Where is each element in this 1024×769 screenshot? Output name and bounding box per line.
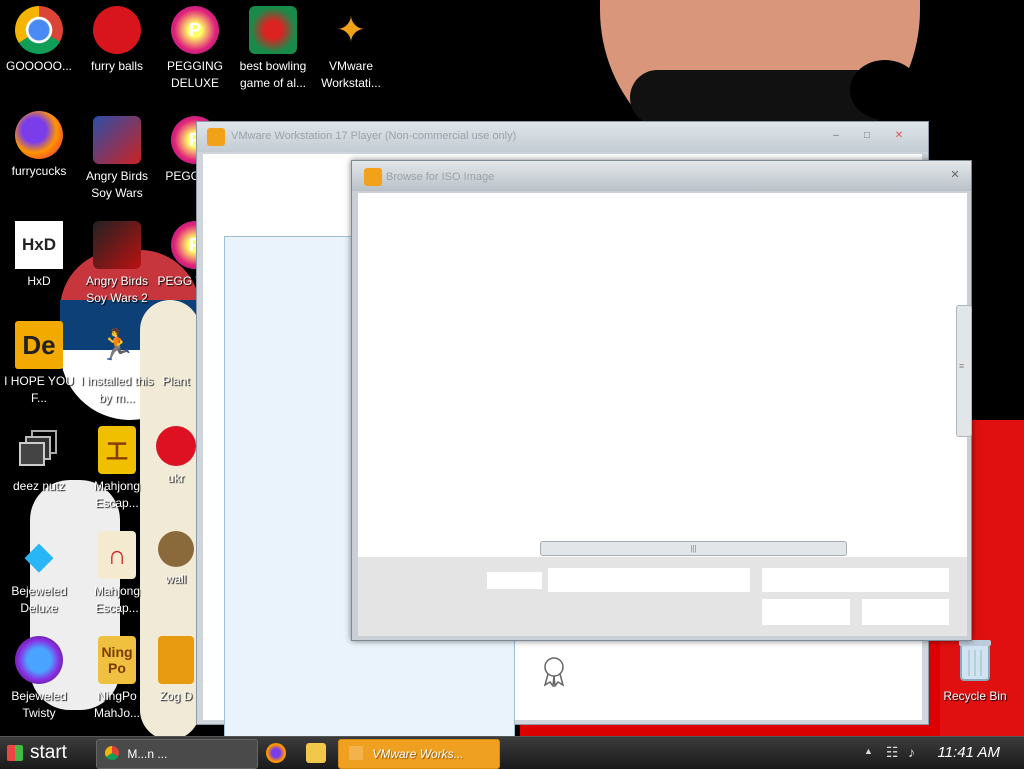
desktop-icon-bejeweled-twist[interactable]: Bejeweled Twisty: [0, 636, 78, 722]
desktop-icon-firefox[interactable]: furrycucks: [0, 111, 78, 180]
angry-birds-2-icon: [93, 221, 141, 269]
desktop-icon-label: best bowling game of al...: [239, 59, 307, 90]
scroll-grip-icon: ≡: [959, 361, 965, 371]
start-button[interactable]: start: [0, 737, 92, 769]
wallpaper-hair: [850, 60, 920, 120]
ningpo-icon: Ning Po: [98, 636, 136, 684]
clock[interactable]: 11:41 AM: [937, 737, 1000, 769]
taskbar-vmware-button[interactable]: VMware Works...: [338, 739, 500, 769]
wall-icon: [158, 531, 194, 567]
desktop-icon-label: Mahjong Escap...: [93, 479, 141, 510]
dialog-footer: [358, 557, 967, 636]
desktop-icon-hxd[interactable]: HxD HxD: [0, 221, 78, 290]
desktop-icon-deez[interactable]: deez nutz: [0, 426, 78, 495]
horizontal-scrollbar[interactable]: |||: [540, 541, 847, 556]
desktop-icon-angry-birds[interactable]: Angry Birds Soy Wars: [78, 116, 156, 202]
windows-stack-icon: [15, 426, 63, 474]
pegging-p-icon: P: [171, 6, 219, 54]
desktop-icon-label: PEGGING DELUXE: [166, 59, 223, 90]
desktop-icon-angry-birds-2[interactable]: Angry Birds Soy Wars 2: [78, 221, 156, 307]
desktop-icon-label: NingPo MahJo...: [93, 689, 141, 720]
desktop-icon-label: Bejeweled Twisty: [11, 689, 67, 720]
vertical-scrollbar[interactable]: ≡: [956, 305, 972, 437]
desktop-icon-i-installed[interactable]: 🏃 I installed this by m...: [78, 321, 156, 407]
angry-birds-icon: [93, 116, 141, 164]
desktop-icon-label: HxD: [27, 274, 51, 288]
desktop-icon-bowling[interactable]: best bowling game of al...: [234, 6, 312, 92]
file-name-input[interactable]: [548, 568, 750, 592]
file-browser-area[interactable]: ≡ |||: [358, 193, 972, 636]
start-label: start: [30, 742, 67, 763]
folder-icon[interactable]: [306, 743, 326, 763]
desktop-icon-mahjong-1[interactable]: 工 Mahjong Escap...: [78, 426, 156, 512]
maximize-button[interactable]: □: [858, 129, 876, 143]
vmware-window-title: VMware Workstation 17 Player (Non-commer…: [231, 130, 517, 142]
file-name-label-area: [487, 572, 542, 589]
desktop-icon-chrome[interactable]: GOOOOO...: [0, 6, 78, 75]
network-icon[interactable]: ☷: [886, 744, 899, 761]
desktop-icon-bejeweled-deluxe[interactable]: ◆ Bejeweled Deluxe: [0, 531, 78, 617]
zog-icon: [158, 636, 194, 684]
show-hidden-icons-arrow[interactable]: ▲: [864, 746, 873, 756]
windows-logo-icon: [7, 745, 23, 761]
mahjong-icon: 工: [98, 426, 136, 474]
vmware-icon: ✦: [335, 9, 367, 50]
de-icon: De: [15, 321, 63, 369]
desktop-icon-furry-balls[interactable]: furry balls: [78, 6, 156, 75]
dialog-close-button[interactable]: ✕: [947, 168, 963, 182]
volume-icon[interactable]: ♪: [908, 744, 915, 760]
file-type-select[interactable]: [762, 568, 949, 592]
desktop-icon-label: Angry Birds Soy Wars: [85, 169, 149, 200]
vmware-title-bar[interactable]: VMware Workstation 17 Player (Non-commer…: [197, 122, 928, 152]
recycle-bin-icon: [951, 636, 999, 684]
desktop-icon-recycle-bin[interactable]: Recycle Bin: [936, 636, 1014, 705]
desktop-icon-label: furry balls: [90, 59, 143, 73]
firefox-icon: [15, 111, 63, 159]
system-tray: ▲ ☷ ♪ 11:41 AM: [844, 737, 1024, 769]
desktop-icon-label: Bejeweled Deluxe: [11, 584, 67, 615]
chrome-icon: [105, 746, 119, 760]
dialog-title: Browse for ISO Image: [386, 171, 495, 183]
dialog-title-bar[interactable]: Browse for ISO Image ✕: [352, 161, 971, 191]
chrome-icon: [15, 6, 63, 54]
open-button[interactable]: [762, 599, 850, 625]
minimize-button[interactable]: –: [827, 129, 845, 143]
desktop-icon-label: Recycle Bin: [943, 689, 1007, 703]
desktop-icon-pegging-deluxe[interactable]: P PEGGING DELUXE: [156, 6, 234, 92]
vmware-icon: [207, 128, 225, 146]
desktop-icon-mahjong-2[interactable]: ∩ Mahjong Escap...: [78, 531, 156, 617]
plant-icon: [152, 321, 200, 369]
desktop-icon-label: I installed this by m...: [80, 374, 154, 405]
firefox-icon[interactable]: [266, 743, 286, 763]
browse-iso-dialog: Browse for ISO Image ✕ ≡ |||: [351, 160, 972, 641]
red-fuzzball-icon: [93, 6, 141, 54]
taskbar: start M...n ... VMware Works... ▲ ☷ ♪ 11…: [0, 736, 1024, 769]
runner-icon: 🏃: [98, 328, 136, 362]
desktop-icon-label: I HOPE YOU F...: [4, 374, 74, 405]
hxd-icon: HxD: [15, 221, 63, 269]
cancel-button[interactable]: [862, 599, 949, 625]
bejeweled-gem-icon: ◆: [24, 534, 54, 577]
taskbar-chrome-button[interactable]: M...n ...: [96, 739, 258, 769]
mahjong-gate-icon: ∩: [98, 531, 136, 579]
desktop-icon-label: furrycucks: [11, 164, 67, 178]
desktop-icon-label: deez nutz: [12, 479, 66, 493]
vmware-icon: [349, 746, 363, 760]
bowling-santa-icon: [249, 6, 297, 54]
taskbar-chrome-label: M...n ...: [127, 747, 168, 761]
close-button[interactable]: ✕: [890, 129, 908, 143]
desktop-icon-label: Angry Birds Soy Wars 2: [85, 274, 149, 305]
award-ribbon-icon: [540, 655, 568, 688]
red-circle-icon: [156, 426, 196, 466]
taskbar-vmware-label: VMware Works...: [372, 747, 464, 761]
vmware-icon: [364, 168, 382, 186]
desktop-icon-i-hope[interactable]: De I HOPE YOU F...: [0, 321, 78, 407]
desktop-icon-label: GOOOOO...: [5, 59, 72, 73]
bejeweled-twist-icon: [15, 636, 63, 684]
desktop-icon-label: VMware Workstati...: [321, 59, 381, 90]
desktop-icon-ningpo[interactable]: Ning Po NingPo MahJo...: [78, 636, 156, 722]
desktop-icon-vmware[interactable]: ✦ VMware Workstati...: [312, 6, 390, 92]
desktop-icon-label: Mahjong Escap...: [93, 584, 141, 615]
